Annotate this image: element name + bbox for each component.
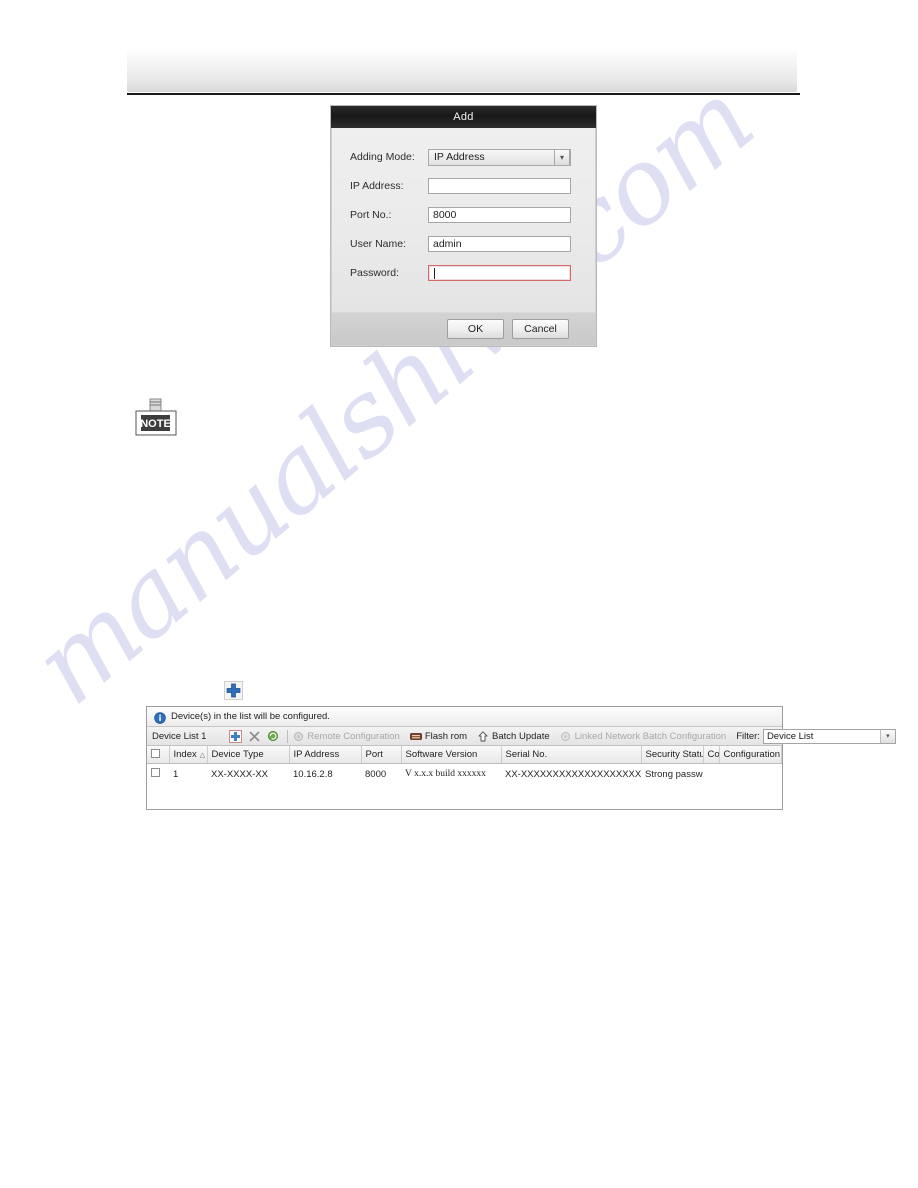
linked-network-batch-configuration-label: Linked Network Batch Configuration (574, 730, 727, 742)
column-header-configuration[interactable]: Configuration (719, 746, 782, 764)
dialog-body: Adding Mode: IP Address ▾ IP Address: Po… (331, 128, 596, 312)
device-toolbar: Device List 1 Remote Configuration Flash… (147, 727, 896, 746)
port-label: Port No.: (350, 209, 392, 221)
password-label: Password: (350, 267, 400, 279)
adding-mode-select[interactable]: IP Address ▾ (428, 148, 571, 166)
ok-button[interactable]: OK (447, 319, 504, 339)
port-value: 8000 (433, 209, 457, 221)
cell-index: 1 (169, 763, 207, 784)
device-panel: Device(s) in the list will be configured… (146, 706, 896, 810)
plus-icon[interactable] (228, 729, 242, 743)
linked-network-batch-configuration-button[interactable]: Linked Network Batch Configuration (560, 730, 727, 742)
text-caret (434, 267, 435, 279)
form-row-port: Port No.: 8000 (332, 204, 595, 226)
select-all-header[interactable] (147, 746, 170, 764)
password-input[interactable] (428, 265, 571, 281)
port-input[interactable]: 8000 (428, 207, 571, 223)
add-plus-icon[interactable] (224, 681, 243, 700)
user-name-label: User Name: (350, 238, 407, 250)
cell-ip-address: 10.16.2.8 (289, 763, 361, 784)
row-checkbox-cell[interactable] (147, 763, 169, 784)
table-header-row: Index △ Device Type IP Address Port Softw… (147, 746, 782, 764)
ip-address-input[interactable] (428, 178, 571, 194)
device-table: Index △ Device Type IP Address Port Softw… (147, 746, 782, 784)
flash-rom-icon (409, 731, 422, 742)
note-label: NOTE (140, 418, 171, 430)
column-label: Index (173, 749, 197, 760)
filter-area: Filter: Device List ▾ (736, 728, 898, 744)
checkbox-icon[interactable] (151, 748, 160, 758)
close-icon[interactable] (247, 729, 261, 743)
device-list-label: Device List 1 (152, 730, 207, 742)
flash-rom-button[interactable]: Flash rom (409, 730, 468, 742)
form-row-password: Password: (332, 262, 595, 284)
flash-rom-label: Flash rom (424, 730, 468, 742)
cell-security-status: Strong password (641, 763, 703, 784)
filter-value: Device List (766, 730, 814, 742)
filter-select[interactable]: Device List ▾ (762, 728, 896, 744)
page-header-band (127, 49, 797, 92)
adding-mode-label: Adding Mode: (350, 151, 415, 163)
cancel-button[interactable]: Cancel (512, 319, 569, 339)
batch-update-label: Batch Update (492, 730, 550, 742)
dialog-title: Add (453, 111, 474, 123)
column-header-index[interactable]: Index △ (169, 746, 208, 764)
filter-label: Filter: (736, 730, 760, 742)
column-header-ip-address[interactable]: IP Address (289, 746, 362, 764)
column-header-security-status[interactable]: Security Status (641, 746, 704, 764)
cell-serial-no: XX-XXXXXXXXXXXXXXXXXXXX (501, 763, 641, 784)
column-header-configuration-status[interactable]: Configuration Status (703, 746, 720, 764)
form-row-ip-address: IP Address: (332, 175, 595, 197)
user-name-input[interactable]: admin (428, 236, 571, 252)
batch-update-icon (477, 730, 489, 742)
remote-configuration-button[interactable]: Remote Configuration (292, 730, 400, 742)
column-header-device-type[interactable]: Device Type (207, 746, 290, 764)
dialog-footer: OK Cancel (331, 312, 596, 346)
info-message: Device(s) in the list will be configured… (171, 711, 330, 722)
chevron-down-icon[interactable]: ▾ (554, 148, 570, 166)
batch-update-button[interactable]: Batch Update (477, 731, 550, 742)
column-header-port[interactable]: Port (361, 746, 402, 764)
page-header-rule (127, 93, 800, 95)
remote-config-icon (292, 731, 304, 742)
adding-mode-value: IP Address (434, 151, 485, 163)
column-header-software-version[interactable]: Software Version (401, 746, 502, 764)
dialog-titlebar: Add (331, 106, 596, 128)
ip-address-label: IP Address: (350, 180, 404, 192)
info-bar: Device(s) in the list will be configured… (147, 707, 782, 727)
linked-network-icon (560, 731, 572, 742)
form-row-user-name: User Name: admin (332, 233, 595, 255)
toolbar-divider (287, 729, 289, 743)
cell-software-version: V x.x.x build xxxxxx (401, 763, 501, 784)
cell-device-type: XX-XXXX-XX (207, 763, 289, 784)
table-row[interactable]: 1 XX-XXXX-XX 10.16.2.8 8000 V x.x.x buil… (147, 763, 782, 784)
remote-configuration-label: Remote Configuration (307, 730, 400, 742)
add-dialog: Add Adding Mode: IP Address ▾ IP Address… (331, 106, 596, 346)
chevron-down-icon[interactable]: ▾ (879, 729, 895, 743)
cell-configuration-status (703, 763, 719, 784)
cell-configuration (719, 763, 782, 784)
note-icon: NOTE (130, 398, 182, 440)
column-header-serial-no[interactable]: Serial No. (501, 746, 642, 764)
sort-ascending-icon: △ (199, 752, 206, 759)
form-row-adding-mode: Adding Mode: IP Address ▾ (332, 146, 595, 168)
cell-port: 8000 (361, 763, 401, 784)
user-name-value: admin (433, 238, 462, 250)
checkbox-icon[interactable] (151, 768, 160, 777)
info-icon (154, 711, 166, 724)
refresh-icon[interactable] (266, 729, 280, 743)
